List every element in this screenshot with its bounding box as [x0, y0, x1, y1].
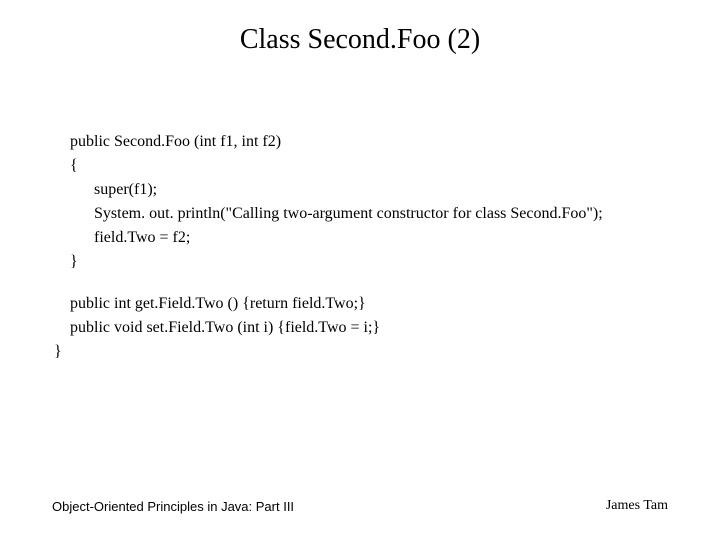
slide: Class Second.Foo (2) public Second.Foo (…	[0, 0, 720, 540]
footer-right: James Tam	[606, 498, 668, 514]
footer-left: Object-Oriented Principles in Java: Part…	[52, 499, 294, 514]
code-line: public Second.Foo (int f1, int f2)	[70, 130, 680, 154]
code-line: }	[70, 250, 680, 274]
code-line: public void set.Field.Two (int i) {field…	[70, 316, 680, 340]
code-line: }	[54, 340, 680, 364]
code-block: public Second.Foo (int f1, int f2) { sup…	[70, 130, 680, 364]
slide-title: Class Second.Foo (2)	[0, 24, 720, 56]
code-line: System. out. println("Calling two-argume…	[70, 202, 680, 226]
code-line: super(f1);	[70, 178, 680, 202]
blank-line	[70, 274, 680, 292]
code-line: field.Two = f2;	[70, 226, 680, 250]
code-line: {	[70, 154, 680, 178]
code-line: public int get.Field.Two () {return fiel…	[70, 292, 680, 316]
